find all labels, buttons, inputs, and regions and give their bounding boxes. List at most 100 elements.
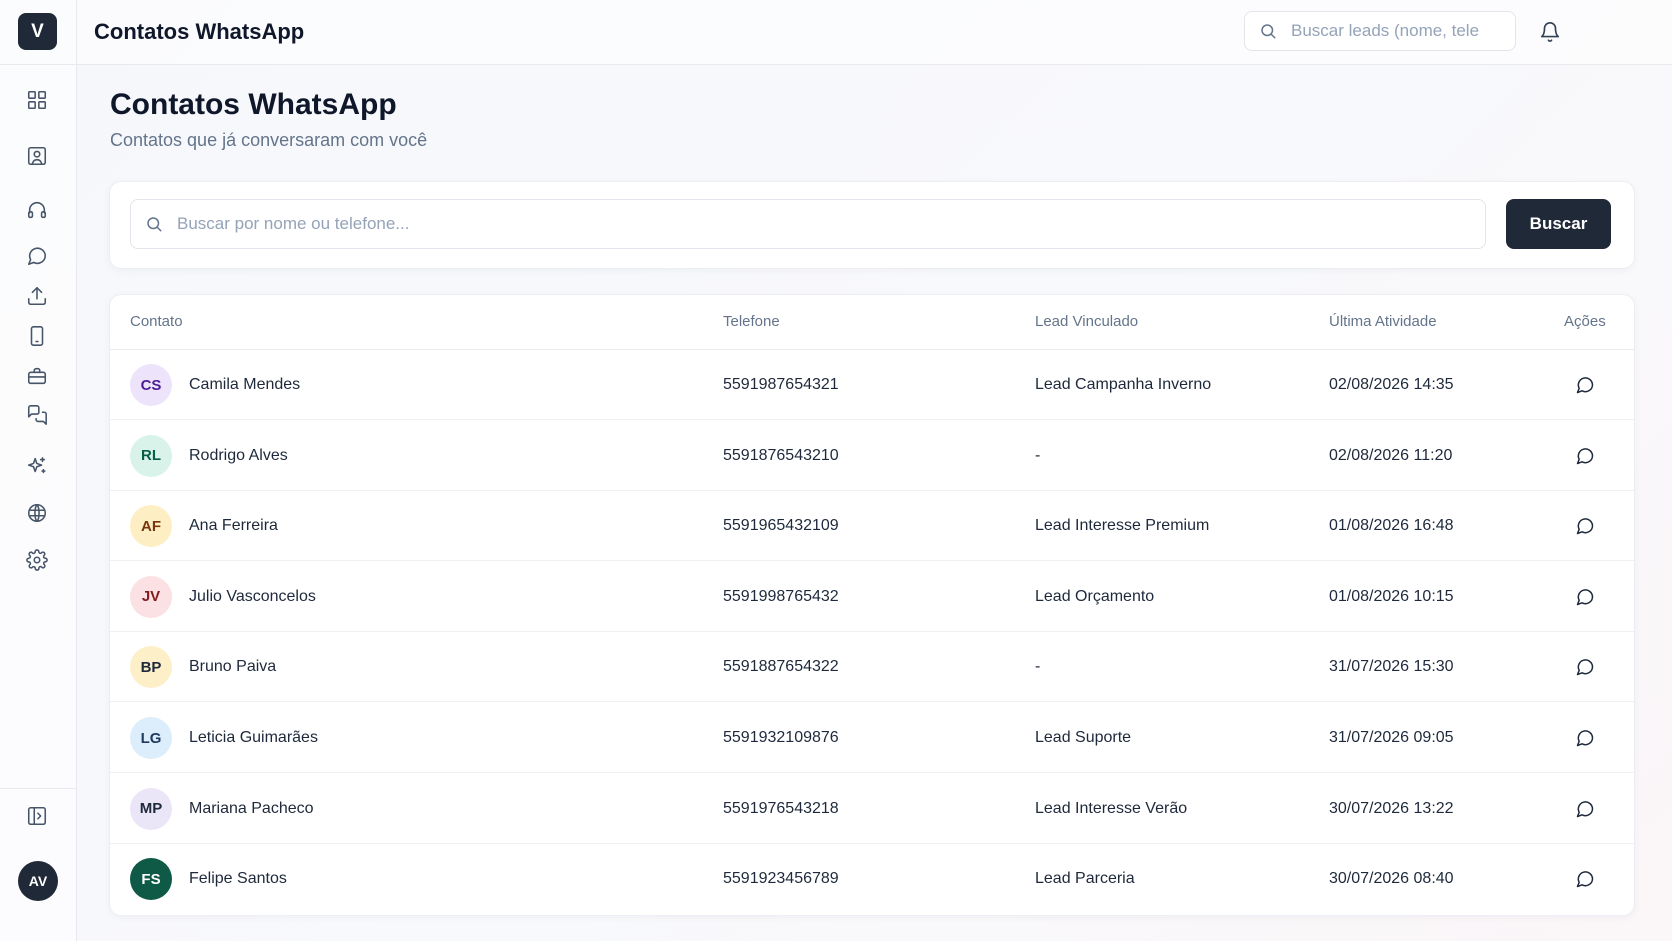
globe-icon[interactable] [23, 499, 51, 527]
header-actions: Ações [1564, 313, 1606, 330]
contact-name: Bruno Paiva [189, 658, 277, 676]
contact-phone: 5591965432109 [723, 517, 839, 535]
contact-lead: - [1035, 446, 1041, 464]
contact-avatar: JV [130, 575, 172, 618]
messages-icon[interactable] [23, 401, 51, 429]
app-logo[interactable]: V [18, 13, 57, 50]
phone-icon[interactable] [23, 322, 51, 350]
contact-avatar: CS [130, 364, 172, 406]
contact-lead: Lead Suporte [1035, 729, 1132, 746]
message-icon[interactable] [1574, 656, 1596, 678]
chat-icon[interactable] [23, 242, 51, 270]
contact-initials: RL [141, 447, 161, 465]
sparkles-icon[interactable] [23, 452, 51, 480]
search-icon [1261, 24, 1276, 39]
table-row[interactable]: LG Leticia Guimarães 5591932109876 Lead … [110, 702, 1634, 773]
panel-toggle-icon[interactable] [23, 802, 51, 830]
header-phone: Telefone [723, 313, 780, 330]
header-activity: Última Atividade [1329, 313, 1437, 330]
contact-name: Ana Ferreira [189, 517, 278, 535]
contact-phone: 5591976543218 [723, 799, 839, 817]
message-icon[interactable] [1574, 798, 1596, 820]
sidebar: V AV [0, 0, 77, 941]
contact-name: Mariana Pacheco [189, 799, 314, 817]
contact-name: Rodrigo Alves [189, 446, 288, 464]
bell-icon[interactable] [1536, 18, 1564, 46]
table-row[interactable]: FS Felipe Santos 5591923456789 Lead Parc… [110, 843, 1634, 913]
contact-initials: AF [141, 517, 161, 535]
headset-icon[interactable] [23, 196, 51, 224]
contact-avatar: AF [130, 505, 172, 548]
table-header: Contato Telefone Lead Vinculado Última A… [110, 295, 1634, 350]
message-icon[interactable] [1574, 586, 1596, 608]
contact-lead: - [1035, 658, 1041, 676]
message-icon[interactable] [1574, 374, 1596, 396]
contact-phone: 5591876543210 [723, 446, 839, 464]
contact-initials: FS [141, 870, 161, 888]
contact-activity: 31/07/2026 09:05 [1329, 729, 1454, 746]
sidebar-divider [0, 64, 76, 65]
header-lead: Lead Vinculado [1035, 313, 1139, 330]
contact-lead: Lead Orçamento [1035, 587, 1155, 605]
page-subtitle: Contatos que já conversaram com você [110, 130, 428, 150]
contact-initials: CS [140, 376, 162, 394]
contact-initials: BP [140, 658, 162, 676]
contact-phone: 5591887654322 [723, 658, 839, 676]
contact-name: Leticia Guimarães [189, 729, 318, 746]
upload-icon[interactable] [23, 282, 51, 310]
contact-name: Felipe Santos [189, 870, 287, 888]
message-icon[interactable] [1574, 515, 1596, 537]
contact-phone: 5591998765432 [723, 587, 839, 605]
contacts-icon[interactable] [23, 142, 51, 170]
table-row[interactable]: JV Julio Vasconcelos 5591998765432 Lead … [110, 561, 1634, 632]
user-initials: AV [28, 873, 48, 889]
contact-activity: 02/08/2026 11:20 [1329, 446, 1453, 464]
contact-avatar: FS [130, 858, 172, 901]
contact-activity: 02/08/2026 14:35 [1329, 376, 1454, 393]
contact-phone: 5591923456789 [723, 870, 839, 888]
contact-activity: 01/08/2026 10:15 [1329, 587, 1454, 605]
contact-avatar: LG [130, 717, 172, 759]
page-title: Contatos WhatsApp [110, 88, 397, 121]
contact-phone: 5591932109876 [723, 729, 839, 746]
contact-activity: 31/07/2026 15:30 [1329, 658, 1454, 676]
sidebar-divider [0, 788, 76, 789]
top-search[interactable] [1244, 11, 1516, 51]
header-contact: Contato [130, 313, 183, 330]
settings-icon[interactable] [23, 546, 51, 574]
contact-lead: Lead Interesse Premium [1035, 517, 1210, 535]
table-row[interactable]: BP Bruno Paiva 5591887654322 - 31/07/202… [110, 631, 1634, 703]
briefcase-icon[interactable] [23, 362, 51, 390]
user-avatar[interactable]: AV [18, 861, 58, 901]
contacts-table: Contato Telefone Lead Vinculado Última A… [109, 294, 1635, 916]
search-button[interactable]: Buscar [1506, 199, 1611, 249]
app-title: Contatos WhatsApp [94, 19, 305, 44]
contact-activity: 30/07/2026 08:40 [1329, 870, 1454, 888]
message-icon[interactable] [1574, 445, 1596, 467]
contact-activity: 01/08/2026 16:48 [1329, 517, 1454, 535]
contact-search-input[interactable] [175, 213, 1439, 235]
contact-search[interactable] [130, 199, 1486, 249]
search-card: Buscar [109, 181, 1635, 269]
contact-lead: Lead Parceria [1035, 870, 1135, 888]
contact-lead: Lead Campanha Inverno [1035, 376, 1212, 393]
message-icon[interactable] [1574, 868, 1596, 890]
contact-initials: LG [140, 729, 162, 747]
contact-activity: 30/07/2026 13:22 [1329, 799, 1454, 817]
contact-avatar: BP [130, 646, 172, 689]
contact-lead: Lead Interesse Verão [1035, 799, 1188, 817]
table-row[interactable]: AF Ana Ferreira 5591965432109 Lead Inter… [110, 490, 1634, 562]
contact-avatar: MP [130, 787, 172, 830]
message-icon[interactable] [1574, 727, 1596, 749]
contact-phone: 5591987654321 [723, 376, 839, 393]
logo-letter: V [31, 20, 44, 42]
top-search-input[interactable] [1289, 20, 1493, 42]
contact-name: Camila Mendes [189, 376, 301, 393]
table-row[interactable]: CS Camila Mendes 5591987654321 Lead Camp… [110, 349, 1634, 420]
grid-icon[interactable] [23, 86, 51, 114]
table-row[interactable]: MP Mariana Pacheco 5591976543218 Lead In… [110, 773, 1634, 844]
contact-initials: JV [141, 588, 161, 606]
search-icon [147, 217, 162, 232]
table-row[interactable]: RL Rodrigo Alves 5591876543210 - 02/08/2… [110, 420, 1634, 491]
contact-name: Julio Vasconcelos [189, 587, 316, 605]
